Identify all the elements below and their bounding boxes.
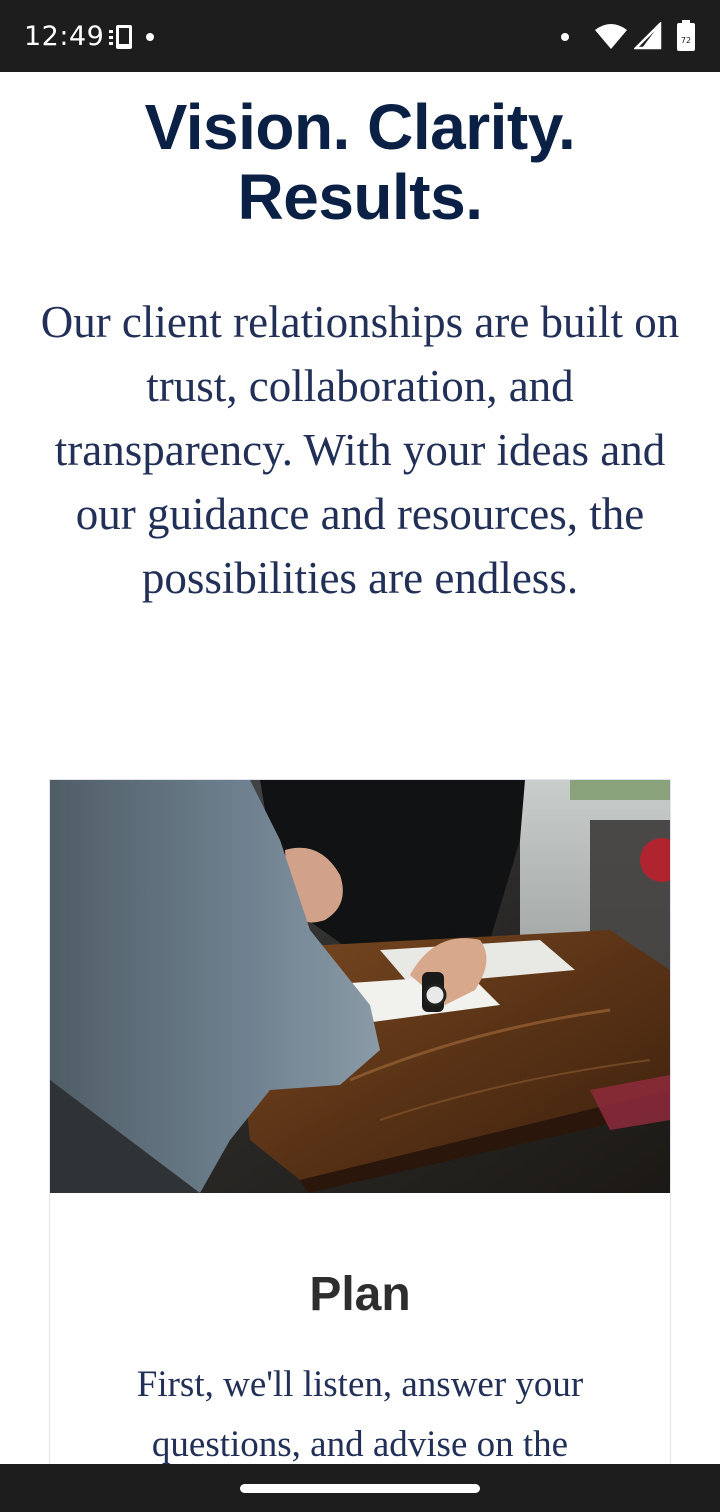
plan-card: Plan First, we'll listen, answer your qu… (49, 779, 671, 1464)
phone-vibrate-icon (107, 22, 139, 52)
home-gesture-handle[interactable] (240, 1484, 480, 1493)
notification-dot-icon (145, 32, 155, 42)
hero-text: Our client relationships are built on tr… (40, 297, 680, 603)
hero-title: Vision. Clarity. Results. (144, 91, 576, 233)
status-time: 12:49 (24, 21, 105, 52)
card-text: First, we'll listen, answer your questio… (136, 1364, 584, 1464)
meeting-photo (50, 780, 670, 1193)
navigation-bar (0, 1464, 720, 1512)
cell-signal-icon (634, 22, 662, 50)
notification-dot-icon (560, 32, 570, 42)
page-content[interactable]: Vision. Clarity. Results. Our client rel… (0, 72, 720, 1464)
wifi-icon (594, 22, 628, 50)
battery-icon: 72 (676, 20, 696, 52)
card-title: Plan (309, 1268, 411, 1321)
battery-level: 72 (681, 36, 691, 45)
status-bar: 12:49 72 (0, 0, 720, 72)
